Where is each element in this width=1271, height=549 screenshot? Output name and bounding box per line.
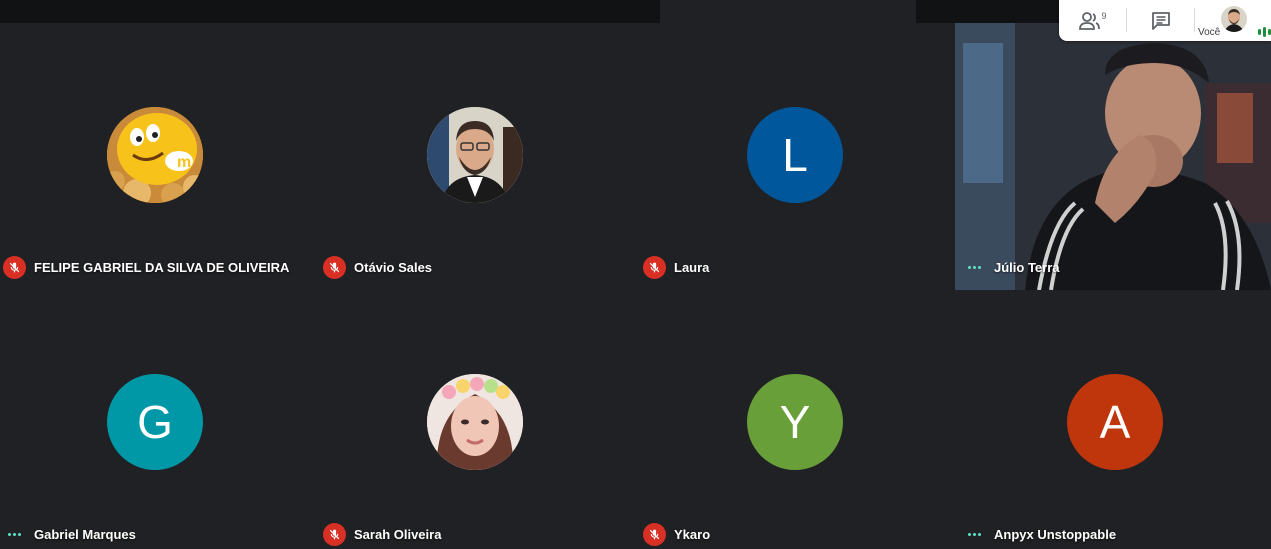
woman-portrait-avatar-image: [427, 374, 523, 470]
participants-count: 9: [1101, 10, 1107, 21]
mic-off-icon: [643, 523, 666, 546]
top-strip-left: [0, 0, 660, 23]
participant-name: Gabriel Marques: [34, 527, 136, 542]
avatar-initial: G: [137, 396, 173, 448]
avatar: L: [747, 107, 843, 203]
avatar-initial: L: [782, 129, 808, 181]
more-options-icon[interactable]: [963, 256, 986, 279]
participant-name: Otávio Sales: [354, 260, 433, 275]
man-portrait-avatar-image: [427, 107, 523, 203]
avatar-initial: Y: [779, 396, 811, 448]
top-strip-right: [916, 0, 1059, 23]
participant-tile[interactable]: L Laura: [640, 23, 957, 293]
participant-name: Sarah Oliveira: [354, 527, 442, 542]
more-options-icon[interactable]: [963, 523, 986, 546]
participant-tile[interactable]: Sarah Oliveira: [320, 290, 637, 549]
mic-off-icon: [3, 256, 26, 279]
avatar: [427, 107, 523, 203]
participant-name-row: Ykaro: [643, 523, 710, 546]
avatar: Y: [747, 374, 843, 470]
chat-button[interactable]: [1129, 0, 1193, 41]
more-options-icon[interactable]: [3, 523, 26, 546]
mic-off-icon: [323, 256, 346, 279]
toolbar-divider: [1126, 8, 1127, 32]
participants-button[interactable]: 9: [1061, 0, 1125, 41]
avatar: [427, 374, 523, 470]
participant-tile[interactable]: m FELIPE GABRIEL DA SILVA DE OLIVEIRA: [0, 23, 317, 293]
participant-name-row: Laura: [643, 256, 709, 279]
participant-name-row: Júlio Terra: [963, 256, 1060, 279]
toolbar-divider: [1194, 8, 1195, 32]
participant-name-row: Gabriel Marques: [3, 523, 136, 546]
avatar: m: [107, 107, 203, 203]
participant-name: Ykaro: [674, 527, 711, 542]
svg-text:m: m: [177, 154, 191, 171]
self-view-thumbnail[interactable]: [1221, 6, 1247, 32]
audio-level-indicator: [1258, 27, 1271, 37]
participant-tile[interactable]: A Anpyx Unstoppable: [955, 290, 1271, 549]
mic-off-icon: [643, 256, 666, 279]
participant-name: FELIPE GABRIEL DA SILVA DE OLIVEIRA: [34, 260, 290, 275]
participant-tile[interactable]: Y Ykaro: [640, 290, 957, 549]
meeting-toolbar: 9 Você: [1059, 0, 1271, 41]
chat-icon: [1152, 11, 1170, 30]
mic-off-icon: [323, 523, 346, 546]
avatar-initial: A: [1099, 396, 1131, 448]
avatar: G: [107, 374, 203, 470]
participant-name-row: FELIPE GABRIEL DA SILVA DE OLIVEIRA: [3, 256, 289, 279]
participant-name: Júlio Terra: [994, 260, 1060, 275]
participant-tile[interactable]: G Gabriel Marques: [0, 290, 317, 549]
avatar: A: [1067, 374, 1163, 470]
participant-name: Laura: [674, 260, 710, 275]
participant-name: Anpyx Unstoppable: [994, 527, 1117, 542]
participant-name-row: Anpyx Unstoppable: [963, 523, 1116, 546]
participant-video-tile[interactable]: Júlio Terra: [955, 23, 1271, 290]
participant-tile[interactable]: Otávio Sales: [320, 23, 637, 293]
self-label: Você: [1198, 27, 1221, 38]
participant-name-row: Otávio Sales: [323, 256, 432, 279]
self-avatar-image: [1221, 6, 1247, 32]
participant-name-row: Sarah Oliveira: [323, 523, 441, 546]
participant-video-frame: [955, 23, 1271, 290]
mm-character-avatar-image: m: [107, 107, 203, 203]
